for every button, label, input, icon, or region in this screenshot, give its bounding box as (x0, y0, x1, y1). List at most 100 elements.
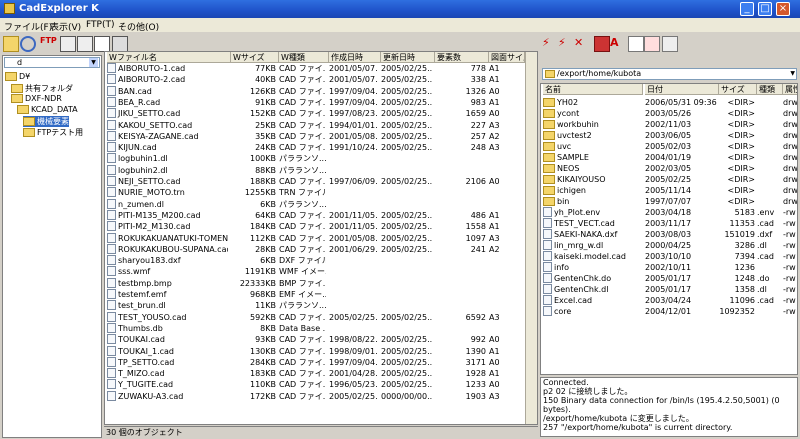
column-header[interactable]: Wサイズ (231, 52, 279, 63)
connect-icon[interactable]: ⚡ (542, 36, 558, 52)
table-row[interactable]: uvc 2005/02/03 <DIR> drw (541, 141, 797, 152)
drive-select[interactable]: d ▼ (4, 57, 100, 68)
reconnect-icon[interactable]: ⚡ (558, 36, 574, 52)
column-header[interactable]: 作成日時 (329, 52, 381, 63)
table-row[interactable]: GentenChk.do 2005/01/17 1248 .do -rw (541, 273, 797, 284)
table-row[interactable]: TOUKAI.cad 93KB CAD ファイ... 1998/08/22... 200… (105, 334, 537, 345)
table-row[interactable]: JIKU_SETTO.cad 152KB CAD ファイ... 1997/08/23.… (105, 108, 537, 119)
file-icon[interactable] (628, 36, 644, 52)
table-row[interactable]: lin_mrg_w.dl 2000/04/25 3286 .dl -rw (541, 240, 797, 251)
table-row[interactable]: sharyou183.dxf 6KB DXF ファイル (105, 255, 537, 266)
column-header[interactable]: 種類 (757, 84, 783, 95)
vertical-scrollbar[interactable] (525, 52, 537, 424)
settings-icon[interactable] (662, 36, 678, 52)
column-header[interactable]: 更新日時 (381, 52, 435, 63)
tree-item[interactable]: FTPテスト用 (23, 127, 83, 138)
table-row[interactable]: AIBORUTO-2.cad 40KB CAD ファイ... 2001/05/07..… (105, 74, 537, 85)
column-header[interactable]: Wファイル名 (107, 52, 231, 63)
menu-file[interactable]: ファイル(F) (4, 20, 52, 33)
table-row[interactable]: logbuhin1.dl 100KB パラランソ... (105, 153, 537, 164)
table-row[interactable]: KIKAIYOUSO 2005/02/25 <DIR> drw (541, 174, 797, 185)
table-row[interactable]: YH02 2006/05/31 09:36 <DIR> drw (541, 97, 797, 108)
column-header[interactable]: 名前 (543, 84, 643, 95)
table-row[interactable]: NEOS 2002/03/05 <DIR> drw (541, 163, 797, 174)
minimize-button[interactable]: _ (740, 2, 754, 16)
column-header[interactable]: サイズ (719, 84, 757, 95)
ftp-icon[interactable]: FTP (40, 36, 57, 52)
table-row[interactable]: workbuhin 2002/11/03 <DIR> drw (541, 119, 797, 130)
table-row[interactable]: bin 1997/07/07 <DIR> drw (541, 196, 797, 207)
view-details-icon[interactable] (94, 36, 110, 52)
table-cell: drw (783, 196, 797, 207)
table-row[interactable]: info 2002/10/11 1236 -rw (541, 262, 797, 273)
table-row[interactable]: TOUKAI_1.cad 130KB CAD ファイ... 1998/09/01...… (105, 345, 537, 357)
table-row[interactable]: TEST_VECT.cad 2003/11/17 11353 .cad -rw (541, 218, 797, 229)
table-row[interactable]: yh_Plot.env 2003/04/18 5183 .env -rw (541, 207, 797, 218)
table-row[interactable]: AIBORUTO-1.cad 77KB CAD ファイ... 2001/05/07..… (105, 63, 537, 74)
chevron-down-icon[interactable]: ▼ (790, 69, 795, 79)
table-row[interactable]: SAMPLE 2004/01/19 <DIR> drw (541, 152, 797, 163)
remote-path-select[interactable]: /export/home/kubota ▼ (542, 68, 797, 80)
upload-icon[interactable] (594, 36, 610, 52)
tree-item[interactable]: D¥ (5, 72, 30, 83)
table-row[interactable]: ROKUKAKUANATUKI-TOMENE... 112KBCAD ファイ...… (105, 232, 537, 244)
maximize-button[interactable]: □ (758, 2, 772, 16)
properties-icon[interactable] (112, 36, 128, 52)
table-cell: 2001/05/08... (329, 131, 378, 142)
table-row[interactable]: ROKUKAKUBOU-SUPANA.cad 28KB CAD ファイ... 2001… (105, 243, 537, 255)
table-row[interactable]: PITI-M2_M130.cad 184KB CAD ファイ... 2001/11/0… (105, 221, 537, 232)
tree-item[interactable]: 共有フォルダ (11, 83, 73, 94)
table-row[interactable]: ichigen 2005/11/14 <DIR> drw (541, 185, 797, 196)
table-row[interactable]: KIJUN.cad 24KB CAD ファイ... 1991/10/24... 2005… (105, 142, 537, 153)
cell-text: TEST_YOUSO.cad (118, 312, 187, 322)
table-row[interactable]: BAN.cad 126KB CAD ファイ... 1997/09/04... 2005/… (105, 85, 537, 97)
text-mode-icon[interactable]: A (610, 36, 626, 52)
binary-mode-icon[interactable] (644, 36, 660, 52)
tree-item[interactable]: KCAD_DATA (17, 105, 78, 116)
table-row[interactable]: Y_TUGITE.cad 110KB CAD ファイ... 1996/05/23...… (105, 379, 537, 390)
table-row[interactable]: SAEKI-NAKA.dxf 2003/08/03 151019 .dxf -rw (541, 229, 797, 240)
column-header[interactable]: 属性 (783, 84, 797, 95)
table-row[interactable]: ycont 2003/05/26 <DIR> drw (541, 108, 797, 119)
table-row[interactable]: logbuhin2.dl 88KB パラランソ... (105, 164, 537, 176)
table-row[interactable]: testemf.emf 968KB EMF イメー... (105, 289, 537, 300)
column-header[interactable]: 日付 (645, 84, 719, 95)
table-row[interactable]: ZUWAKU-A3.cad 172KB CAD ファイ... 2005/02/25..… (105, 390, 537, 402)
table-row[interactable]: BEA_R.cad 91KB CAD ファイ... 1997/09/04... 2005… (105, 96, 537, 108)
table-row[interactable]: T_MIZO.cad 183KB CAD ファイ... 2001/04/28... 20… (105, 368, 537, 379)
table-row[interactable]: test_brun.dl 11KB パラランソ... (105, 300, 537, 311)
chevron-down-icon[interactable]: ▼ (89, 58, 98, 67)
column-header[interactable]: 図面サイズ (489, 52, 525, 63)
close-button[interactable]: × (776, 2, 790, 16)
table-row[interactable]: n_zumen.dl 6KB パラランソ... (105, 198, 537, 210)
column-header[interactable]: W種類 (279, 52, 329, 63)
table-row[interactable]: KAKOU_SETTO.cad 25KB CAD ファイ... 1994/01/01.… (105, 119, 537, 131)
table-row[interactable]: core 2004/12/01 1092352 -rw (541, 306, 797, 317)
table-row[interactable]: testbmp.bmp 22333KB BMP ファイ... (105, 277, 537, 289)
table-row[interactable]: Excel.cad 2003/04/24 11096 .cad -rw (541, 295, 797, 306)
view-large-icon[interactable] (60, 36, 76, 52)
table-row[interactable]: PITI-M135_M200.cad 64KB CAD ファイ... 2001/11/… (105, 209, 537, 221)
table-row[interactable]: KEISYA-ZAGANE.cad 35KB CAD ファイ... 2001/05/0… (105, 130, 537, 142)
table-row[interactable]: sss.wmf 1191KBWMF イメー... (105, 266, 537, 277)
table-row[interactable]: NEJI_SETTO.cad 188KB CAD ファイ... 1997/06/09.… (105, 176, 537, 187)
table-row[interactable]: TEST_YOUSO.cad 592KB CAD ファイ... 2005/02/25.… (105, 311, 537, 323)
view-list-icon[interactable] (77, 36, 93, 52)
tree-item[interactable]: DXF-NDR (11, 94, 62, 105)
table-row[interactable]: Thumbs.db 8KB Data Base ... (105, 322, 537, 334)
table-row[interactable]: GentenChk.dl 2005/01/17 1358 .dl -rw (541, 284, 797, 295)
table-row[interactable]: kaiseki.model.cad 2003/10/10 7394 .cad -rw (541, 251, 797, 262)
cell-text: PITI-M2_M130.cad (118, 222, 191, 232)
disconnect-icon[interactable]: ✕ (574, 36, 590, 52)
open-folder-icon[interactable] (3, 36, 19, 52)
table-row[interactable]: uvctest2 2003/06/05 <DIR> drw (541, 130, 797, 141)
menu-other[interactable]: その他(O) (118, 20, 159, 33)
menu-ftp[interactable]: FTP(T) (86, 20, 114, 30)
table-row[interactable]: NURIE_MOTO.trn 1255KB TRN ファイル (105, 187, 537, 198)
menu-view[interactable]: 表示(V) (50, 20, 81, 33)
tree-item[interactable]: 機械要素 (23, 116, 69, 127)
search-icon[interactable] (20, 36, 36, 52)
table-cell: 2000/04/25 (645, 240, 717, 251)
column-header[interactable]: 要素数 (435, 52, 489, 63)
table-row[interactable]: TP_SETTO.cad 284KB CAD ファイ... 1997/09/04...… (105, 356, 537, 368)
